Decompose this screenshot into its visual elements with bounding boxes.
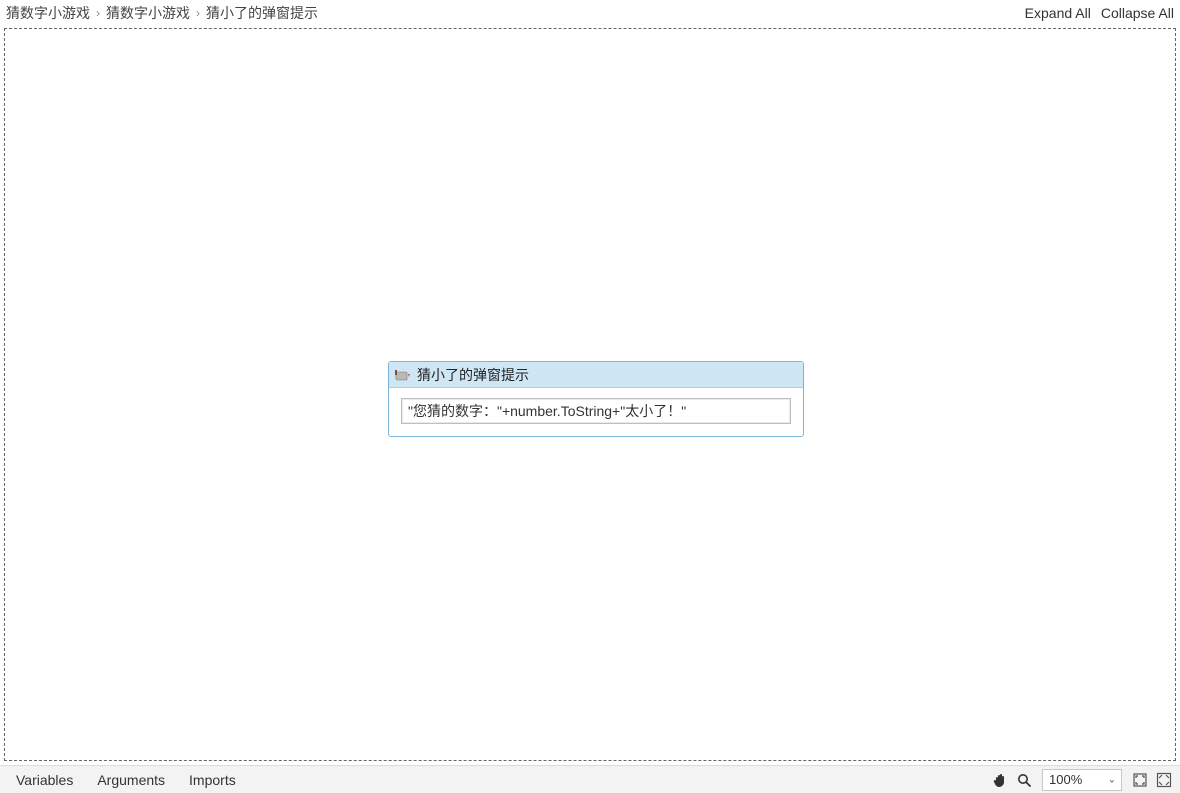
collapse-all-button[interactable]: Collapse All bbox=[1101, 5, 1174, 21]
tab-imports[interactable]: Imports bbox=[177, 772, 248, 788]
activity-card[interactable]: 猜小了的弹窗提示 bbox=[388, 361, 804, 437]
expand-all-button[interactable]: Expand All bbox=[1025, 5, 1091, 21]
overview-icon[interactable] bbox=[1154, 770, 1174, 790]
expression-input[interactable] bbox=[401, 398, 791, 424]
pan-hand-icon[interactable] bbox=[990, 770, 1010, 790]
fit-to-screen-icon[interactable] bbox=[1130, 770, 1150, 790]
zoom-magnifier-icon[interactable] bbox=[1014, 770, 1034, 790]
breadcrumb-item-1[interactable]: 猜数字小游戏 bbox=[106, 3, 190, 23]
chevron-right-icon: › bbox=[196, 6, 200, 20]
bottombar: Variables Arguments Imports 100% ⌄ bbox=[0, 765, 1180, 793]
breadcrumb-item-0[interactable]: 猜数字小游戏 bbox=[6, 3, 90, 23]
zoom-value: 100% bbox=[1049, 772, 1082, 787]
tab-variables[interactable]: Variables bbox=[4, 772, 85, 788]
breadcrumb: 猜数字小游戏 › 猜数字小游戏 › 猜小了的弹窗提示 bbox=[6, 3, 318, 23]
chevron-down-icon: ⌄ bbox=[1108, 774, 1116, 785]
tab-arguments[interactable]: Arguments bbox=[85, 772, 177, 788]
activity-title: 猜小了的弹窗提示 bbox=[417, 365, 529, 385]
messagebox-icon bbox=[395, 369, 411, 381]
activity-header[interactable]: 猜小了的弹窗提示 bbox=[389, 362, 803, 388]
activity-body bbox=[389, 388, 803, 436]
chevron-right-icon: › bbox=[96, 6, 100, 20]
designer-canvas[interactable]: 猜小了的弹窗提示 bbox=[4, 28, 1176, 761]
zoom-select[interactable]: 100% ⌄ bbox=[1042, 769, 1122, 791]
breadcrumb-item-2[interactable]: 猜小了的弹窗提示 bbox=[206, 3, 318, 23]
topbar: 猜数字小游戏 › 猜数字小游戏 › 猜小了的弹窗提示 Expand All Co… bbox=[0, 0, 1180, 26]
